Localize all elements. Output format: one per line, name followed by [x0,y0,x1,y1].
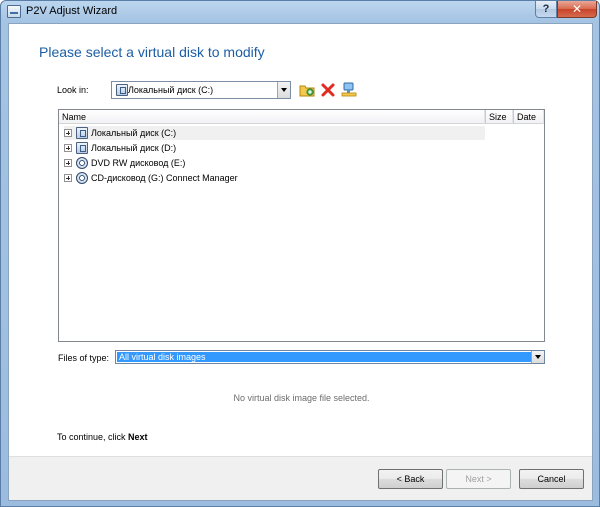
help-button[interactable]: ? [535,1,557,18]
chevron-down-icon[interactable] [277,82,290,98]
list-item-label: Локальный диск (D:) [91,143,177,153]
new-folder-button[interactable] [299,82,315,98]
expand-icon[interactable] [64,144,72,152]
expand-icon[interactable] [64,129,72,137]
look-in-dropdown[interactable]: Локальный диск (C:) [111,81,291,99]
drive-icon [76,127,88,139]
files-of-type-dropdown[interactable]: All virtual disk images [115,350,545,364]
look-in-value: Локальный диск (C:) [128,85,214,95]
title-bar[interactable]: P2V Adjust Wizard ? ✕ [1,1,599,23]
close-button[interactable]: ✕ [557,1,597,18]
next-button[interactable]: Next > [446,469,511,489]
continue-hint: To continue, click Next [57,432,148,442]
column-header-date[interactable]: Date [513,110,544,124]
continue-action: Next [128,432,148,442]
disc-icon [76,172,88,184]
files-of-type-label: Files of type: [58,353,110,363]
button-bar: < Back Next > Cancel [9,456,592,500]
back-button[interactable]: < Back [378,469,443,489]
new-folder-icon [299,85,315,97]
list-item-label: CD-дисковод (G:) Connect Manager [91,173,238,183]
wizard-page: Please select a virtual disk to modify L… [8,23,593,501]
close-icon: ✕ [571,2,583,16]
chevron-down-icon[interactable] [531,351,544,363]
help-icon: ? [542,2,550,15]
wizard-window: P2V Adjust Wizard ? ✕ Please select a vi… [0,0,600,507]
window-title: P2V Adjust Wizard [26,5,118,17]
continue-prefix: To continue, click [57,432,129,442]
selection-status: No virtual disk image file selected. [233,393,370,403]
expand-icon[interactable] [64,159,72,167]
delete-icon [321,83,335,97]
column-header-name[interactable]: Name [59,110,485,124]
network-drive-button[interactable] [341,82,357,98]
network-drive-icon [341,82,357,97]
page-title: Please select a virtual disk to modify [39,44,265,60]
app-icon [7,5,21,18]
look-in-label: Look in: [57,85,89,95]
list-item-label: Локальный диск (C:) [91,128,177,138]
files-of-type-value: All virtual disk images [117,352,531,362]
disc-icon [76,157,88,169]
delete-button[interactable] [320,82,336,98]
list-item-drive-c[interactable]: Локальный диск (C:) [64,126,485,140]
list-item-drive-e[interactable]: DVD RW дисковод (E:) [64,156,485,170]
file-list[interactable]: Name Size Date Локальный диск (C:) Локал… [58,109,545,342]
list-header: Name Size Date [59,110,544,124]
list-item-label: DVD RW дисковод (E:) [91,158,186,168]
drive-icon [116,84,128,96]
list-item-drive-d[interactable]: Локальный диск (D:) [64,141,485,155]
column-header-size[interactable]: Size [485,110,513,124]
list-item-drive-g[interactable]: CD-дисковод (G:) Connect Manager [64,171,485,185]
cancel-button[interactable]: Cancel [519,469,584,489]
expand-icon[interactable] [64,174,72,182]
drive-icon [76,142,88,154]
